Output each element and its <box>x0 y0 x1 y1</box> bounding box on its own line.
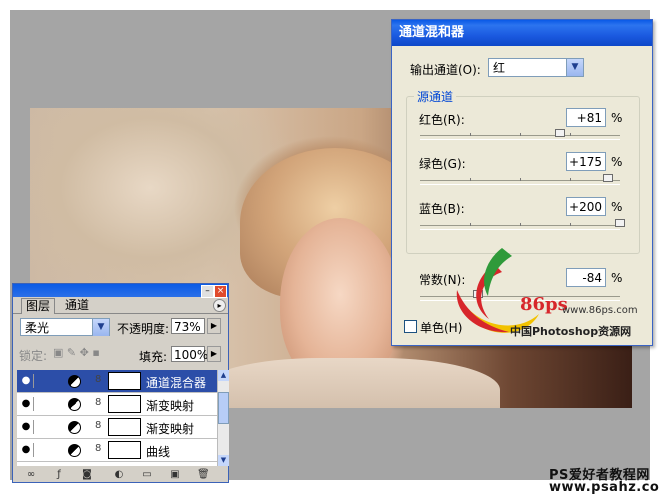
fill-input[interactable]: 100% <box>171 346 208 362</box>
layers-panel: – × 图层 通道 ▸ 柔光 ▼ 不透明度: 73% ▶ 锁定: ▣ ✎ ✥ ▪… <box>12 283 229 483</box>
layers-bottom-toolbar: ∞ ƒ ◙ ◐ ▭ ▣ 🗑 <box>13 468 228 482</box>
opacity-arrow-icon[interactable]: ▶ <box>207 318 221 334</box>
layer-mask-thumbnail[interactable] <box>108 418 141 436</box>
eye-icon[interactable]: ● <box>19 443 34 457</box>
slider-tick <box>570 223 571 226</box>
trash-icon[interactable]: 🗑 <box>197 469 210 481</box>
red-label: 红色(R): <box>419 113 465 127</box>
lock-label: 锁定: <box>19 349 48 363</box>
link-icon[interactable]: 8 <box>95 420 101 431</box>
chevron-down-icon[interactable]: ▼ <box>92 319 109 336</box>
slider-tick <box>470 178 471 181</box>
layer-mask-thumbnail[interactable] <box>108 395 141 413</box>
green-percent: % <box>611 155 623 169</box>
logo-caption: 中国Photoshop资源网 <box>510 325 632 338</box>
layers-panel-titlebar[interactable]: – × <box>13 284 228 298</box>
add-mask-icon[interactable]: ◙ <box>81 469 93 481</box>
red-value-input[interactable]: +81 <box>566 108 606 127</box>
layer-row[interactable]: ● 8 渐变映射 <box>17 416 217 439</box>
layer-style-icon[interactable]: ƒ <box>53 469 65 481</box>
adjustment-layer-icon <box>68 421 81 434</box>
blue-label: 蓝色(B): <box>419 202 465 216</box>
new-layer-icon[interactable]: ▣ <box>169 469 181 481</box>
scroll-down-icon[interactable]: ▼ <box>218 455 229 466</box>
monochrome-checkbox[interactable] <box>404 320 417 333</box>
watermark-url: www.psahz.com <box>549 480 660 495</box>
blend-mode-select[interactable]: 柔光 ▼ <box>20 318 110 336</box>
link-icon[interactable]: 8 <box>95 443 101 454</box>
link-icon[interactable]: 8 <box>95 374 101 385</box>
opacity-input[interactable]: 73% <box>171 318 205 334</box>
new-adjustment-icon[interactable]: ◐ <box>113 469 125 481</box>
panel-tabs: 图层 通道 ▸ <box>13 297 228 314</box>
slider-tick <box>570 178 571 181</box>
layer-name[interactable]: 渐变映射 <box>146 397 194 414</box>
layer-name[interactable]: 渐变映射 <box>146 420 194 437</box>
scroll-thumb[interactable] <box>218 392 229 424</box>
layer-list: ● 8 通道混合器 ● 8 渐变映射 ● 8 渐变映射 ● 8 曲线 <box>17 370 217 466</box>
dialog-title[interactable]: 通道混和器 <box>392 20 652 46</box>
link-icon[interactable]: 8 <box>95 397 101 408</box>
eye-icon[interactable]: ● <box>19 374 34 388</box>
slider-tick <box>520 223 521 226</box>
layers-scrollbar[interactable]: ▲ ▼ <box>217 370 229 466</box>
tab-layers[interactable]: 图层 <box>21 298 56 314</box>
layer-row[interactable]: ● 8 渐变映射 <box>17 393 217 416</box>
opacity-label: 不透明度: <box>117 322 170 336</box>
logo-url: www.86ps.com <box>562 305 638 316</box>
red-percent: % <box>611 111 623 125</box>
green-label: 绿色(G): <box>419 157 466 171</box>
photo-shirt <box>200 358 500 408</box>
slider-tick <box>520 178 521 181</box>
blue-percent: % <box>611 200 623 214</box>
blue-slider[interactable] <box>420 219 625 230</box>
output-channel-value: 红 <box>493 61 506 75</box>
eye-icon[interactable]: ● <box>19 420 34 434</box>
layer-row[interactable]: ● 8 通道混合器 <box>17 370 217 393</box>
slider-tick <box>520 133 521 136</box>
output-channel-select[interactable]: 红 ▼ <box>488 58 584 77</box>
layer-name[interactable]: 曲线 <box>146 443 170 460</box>
adjustment-layer-icon <box>68 444 81 457</box>
lock-icons[interactable]: ▣ ✎ ✥ ▪ <box>53 346 100 359</box>
blend-mode-value: 柔光 <box>25 321 50 335</box>
layer-mask-thumbnail[interactable] <box>108 441 141 459</box>
chevron-down-icon[interactable]: ▼ <box>566 59 583 76</box>
site-logo: 86ps www.86ps.com 中国Photoshop资源网 <box>454 244 654 344</box>
output-channel-label: 输出通道(O): <box>410 63 481 77</box>
layer-row[interactable]: ● 8 曲线 <box>17 439 217 462</box>
slider-tick <box>570 133 571 136</box>
logo-brand: 86ps <box>520 294 568 315</box>
red-slider[interactable] <box>420 129 620 140</box>
layer-name[interactable]: 通道混合器 <box>146 374 206 391</box>
green-value-input[interactable]: +175 <box>566 152 606 171</box>
slider-tick <box>470 133 471 136</box>
link-layers-icon[interactable]: ∞ <box>25 469 37 481</box>
adjustment-layer-icon <box>68 375 81 388</box>
panel-menu-icon[interactable]: ▸ <box>213 299 226 312</box>
scroll-up-icon[interactable]: ▲ <box>218 370 229 381</box>
blue-value-input[interactable]: +200 <box>566 197 606 216</box>
new-group-icon[interactable]: ▭ <box>141 469 153 481</box>
adjustment-layer-icon <box>68 398 81 411</box>
fill-arrow-icon[interactable]: ▶ <box>207 346 221 362</box>
eye-icon[interactable]: ● <box>19 397 34 411</box>
green-slider[interactable] <box>420 174 620 185</box>
layer-mask-thumbnail[interactable] <box>108 372 141 390</box>
tab-channels[interactable]: 通道 <box>61 298 93 313</box>
source-channels-legend: 源通道 <box>414 88 457 105</box>
fill-label: 填充: <box>139 350 168 364</box>
slider-tick <box>470 223 471 226</box>
